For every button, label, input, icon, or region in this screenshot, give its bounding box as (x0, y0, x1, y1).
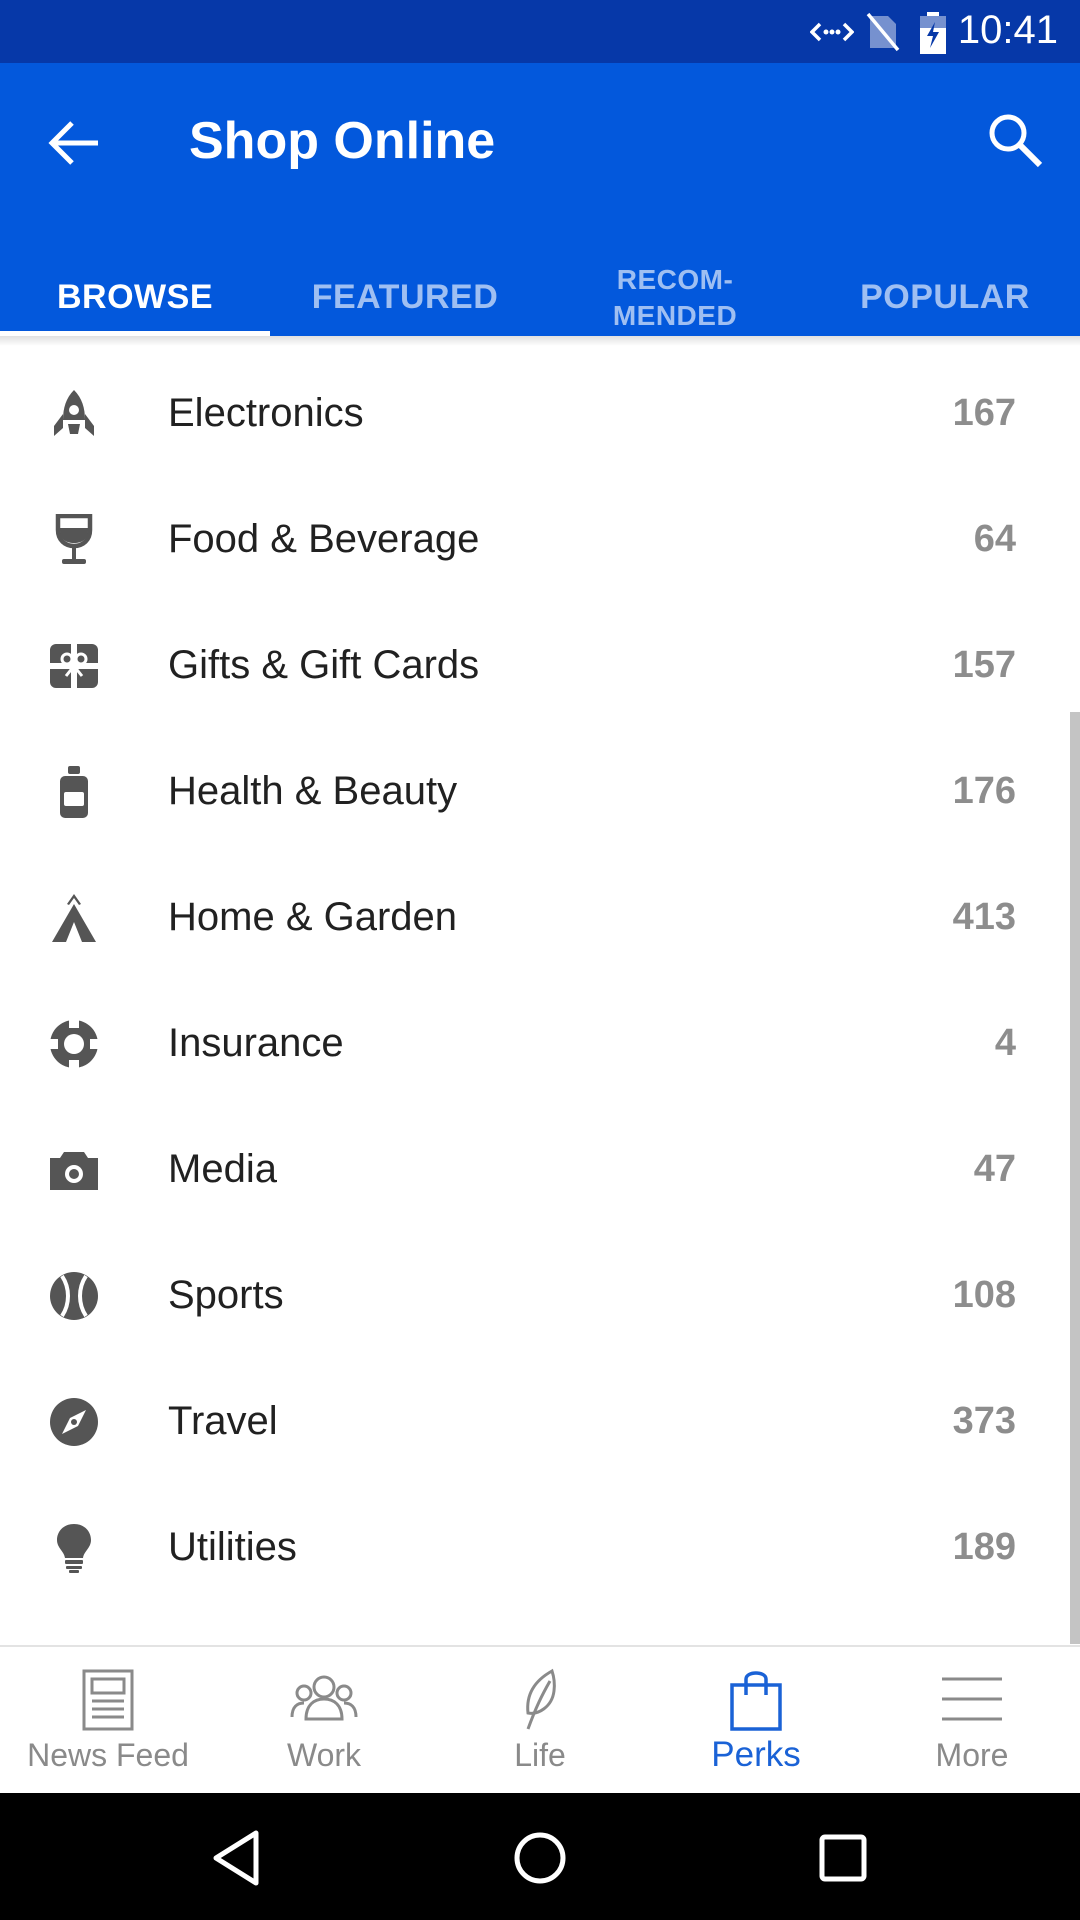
category-list: Electronics 167 Food & Beverage 64 Gifts… (0, 350, 1080, 1610)
menu-icon (942, 1677, 1002, 1721)
life-ring-icon (50, 1020, 98, 1068)
category-label: Home & Garden (168, 895, 458, 939)
gift-card-icon (50, 644, 98, 688)
tab-label: RECOM- MENDED (612, 263, 738, 331)
category-count: 373 (952, 1400, 1016, 1442)
status-time: 10:41 (957, 8, 1058, 52)
category-count: 157 (952, 644, 1016, 686)
category-label: Electronics (168, 391, 364, 435)
category-count: 64 (973, 518, 1016, 560)
wine-glass-icon (55, 514, 93, 564)
nav-work[interactable]: Work (216, 1647, 432, 1795)
no-sim-icon (866, 12, 900, 52)
people-icon (290, 1675, 358, 1721)
tab-recommended[interactable]: RECOM- MENDED (540, 259, 810, 336)
bottom-nav: News Feed Work Life Perks More (0, 1645, 1080, 1795)
arrow-back-icon[interactable] (40, 108, 110, 178)
category-label: Sports (168, 1273, 284, 1317)
shopping-bag-icon (730, 1671, 782, 1731)
search-icon[interactable] (980, 105, 1050, 175)
tab-label: FEATURED (311, 278, 499, 316)
app-bar: Shop Online BROWSE FEATURED RECOM- MENDE… (0, 63, 1080, 336)
category-row-media[interactable]: Media 47 (0, 1106, 1080, 1232)
battery-charging-icon (920, 12, 946, 54)
leaf-icon (526, 1668, 556, 1730)
category-count: 413 (952, 896, 1016, 938)
tab-browse[interactable]: BROWSE (0, 259, 270, 336)
nav-perks[interactable]: Perks (648, 1647, 864, 1795)
recents-square-icon[interactable] (808, 1823, 878, 1893)
nav-label: Perks (711, 1735, 801, 1774)
category-label: Utilities (168, 1525, 297, 1569)
tent-icon (52, 894, 96, 942)
system-nav-bar (0, 1793, 1080, 1920)
category-label: Media (168, 1147, 277, 1191)
nav-label: News Feed (27, 1737, 189, 1773)
data-transfer-icon (810, 22, 854, 42)
category-row-health-beauty[interactable]: Health & Beauty 176 (0, 728, 1080, 854)
bottle-icon (60, 766, 88, 818)
category-row-utilities[interactable]: Utilities 189 (0, 1484, 1080, 1610)
category-label: Gifts & Gift Cards (168, 643, 480, 687)
category-count: 47 (973, 1148, 1016, 1190)
category-row-travel[interactable]: Travel 373 (0, 1358, 1080, 1484)
nav-label: Work (286, 1737, 362, 1773)
category-row-electronics[interactable]: Electronics 167 (0, 350, 1080, 476)
scrollbar[interactable] (1070, 712, 1080, 1644)
rocket-icon (54, 390, 94, 436)
category-count: 4 (994, 1022, 1016, 1064)
tab-label: POPULAR (860, 278, 1030, 316)
tab-featured[interactable]: FEATURED (270, 259, 540, 336)
category-row-home-garden[interactable]: Home & Garden 413 (0, 854, 1080, 980)
nav-more[interactable]: More (864, 1647, 1080, 1795)
home-circle-icon[interactable] (505, 1823, 575, 1893)
tab-popular[interactable]: POPULAR (810, 259, 1080, 336)
nav-label: Life (514, 1737, 566, 1773)
category-row-insurance[interactable]: Insurance 4 (0, 980, 1080, 1106)
status-bar: 10:41 (0, 0, 1080, 63)
category-count: 189 (952, 1526, 1016, 1568)
category-count: 108 (952, 1274, 1016, 1316)
category-row-gifts[interactable]: Gifts & Gift Cards 157 (0, 602, 1080, 728)
camera-icon (50, 1152, 98, 1190)
category-label: Travel (168, 1399, 278, 1443)
lightbulb-icon (57, 1524, 91, 1573)
ball-icon (50, 1272, 98, 1320)
newspaper-icon (82, 1669, 134, 1731)
app-bar-shadow (0, 336, 1080, 346)
nav-label: More (935, 1737, 1009, 1773)
category-label: Food & Beverage (168, 517, 480, 561)
category-row-sports[interactable]: Sports 108 (0, 1232, 1080, 1358)
tab-bar: BROWSE FEATURED RECOM- MENDED POPULAR (0, 259, 1080, 336)
category-label: Insurance (168, 1021, 344, 1065)
category-count: 176 (952, 770, 1016, 812)
category-count: 167 (952, 392, 1016, 434)
tab-label: BROWSE (57, 278, 213, 316)
page-title: Shop Online (189, 112, 496, 170)
nav-life[interactable]: Life (432, 1647, 648, 1795)
back-triangle-icon[interactable] (202, 1823, 272, 1893)
category-row-food-beverage[interactable]: Food & Beverage 64 (0, 476, 1080, 602)
category-label: Health & Beauty (168, 769, 458, 813)
compass-icon (50, 1398, 98, 1446)
nav-news-feed[interactable]: News Feed (0, 1647, 216, 1795)
